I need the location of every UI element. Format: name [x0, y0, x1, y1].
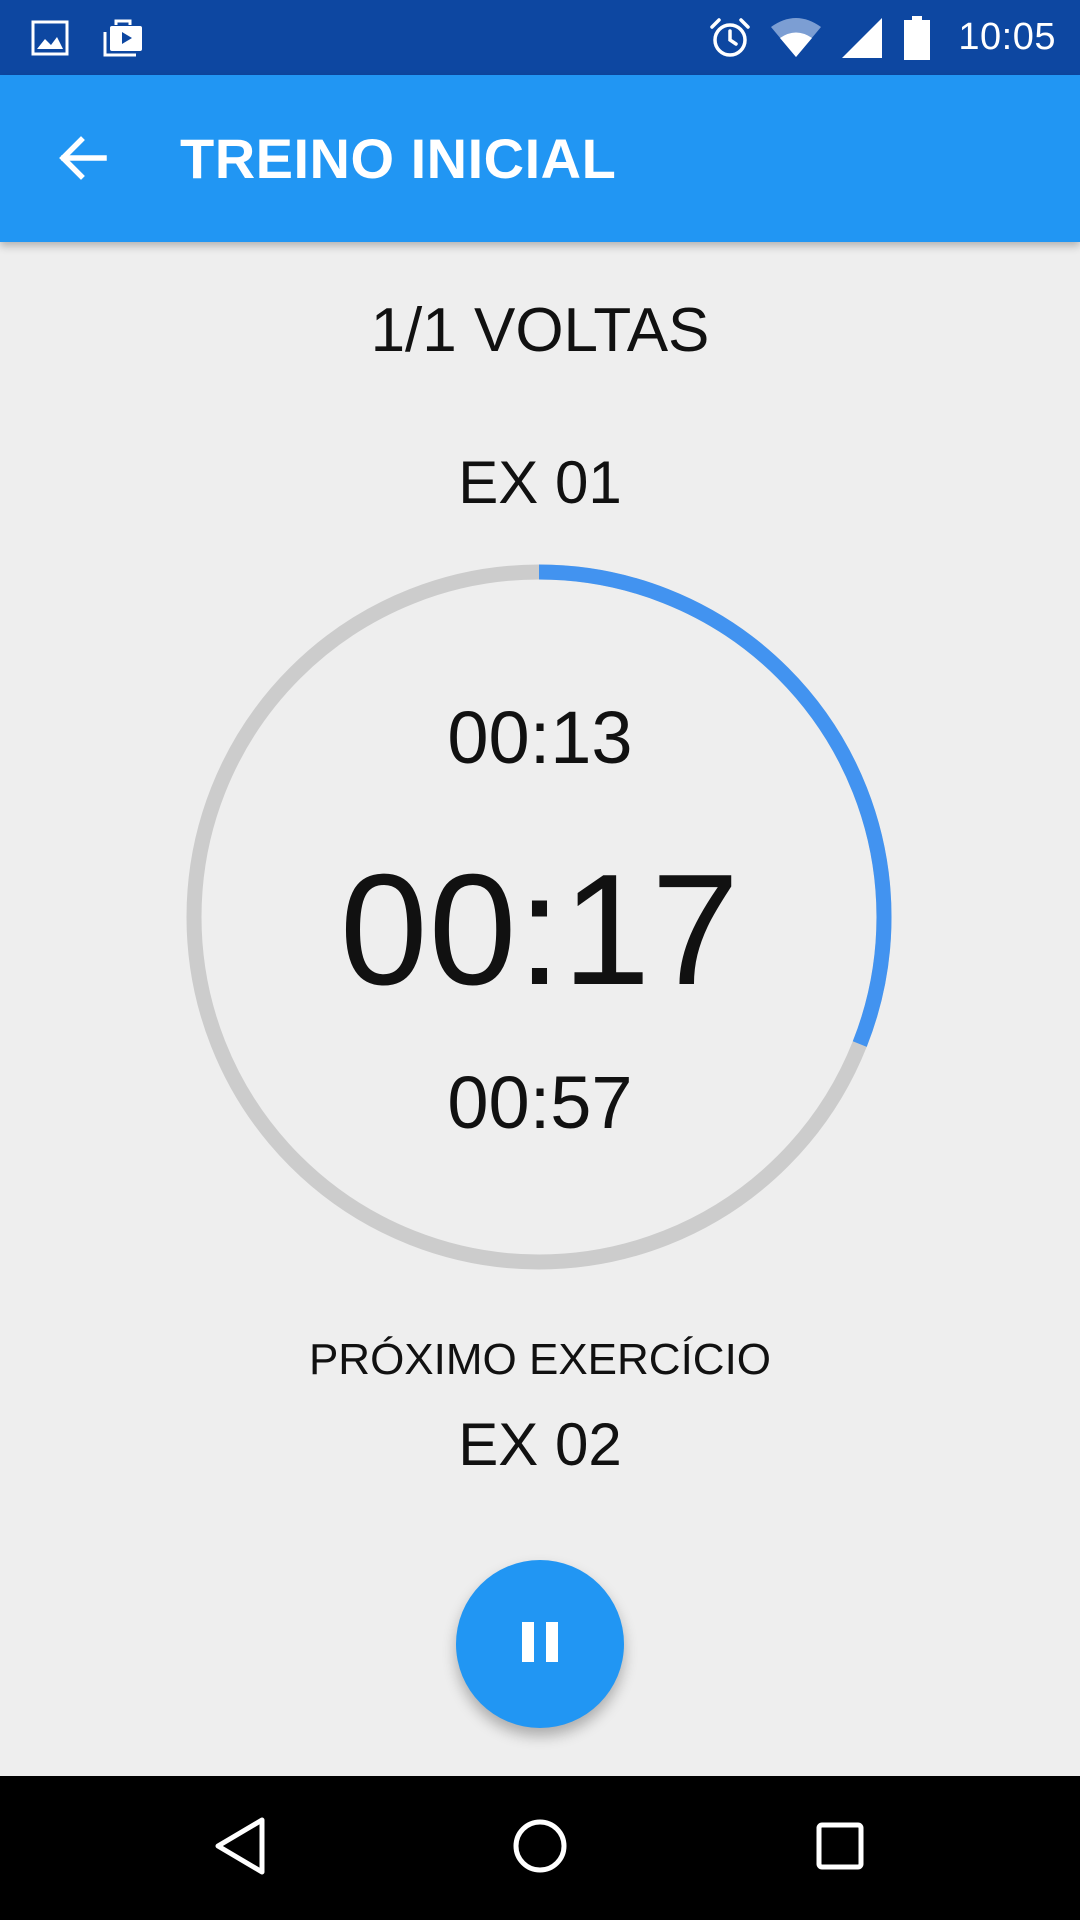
- alarm-icon: [708, 16, 752, 60]
- status-bar-notifications: [30, 0, 148, 75]
- wifi-icon: [770, 17, 822, 59]
- nav-back-icon: [212, 1816, 268, 1881]
- pause-icon: [520, 1620, 560, 1669]
- nav-home-button[interactable]: [460, 1776, 620, 1920]
- nav-home-icon: [511, 1817, 569, 1880]
- back-button[interactable]: [40, 118, 124, 202]
- image-icon: [30, 18, 70, 58]
- pause-button[interactable]: [456, 1560, 624, 1728]
- next-exercise-label: PRÓXIMO EXERCÍCIO: [308, 1335, 772, 1384]
- app-bar: TREINO INICIAL: [0, 75, 1080, 242]
- nav-recents-icon: [814, 1820, 866, 1877]
- signal-icon: [840, 16, 884, 60]
- nav-recents-button[interactable]: [760, 1776, 920, 1920]
- laps-counter: 1/1 VOLTAS: [370, 296, 710, 365]
- remaining-time: 00:57: [447, 1061, 633, 1144]
- shop-bag-icon: [102, 17, 148, 59]
- system-nav-bar: [0, 1776, 1080, 1920]
- page-title: TREINO INICIAL: [180, 127, 617, 190]
- next-exercise-name: EX 02: [458, 1411, 622, 1478]
- main-timer: 00:17: [339, 842, 741, 1018]
- status-time: 10:05: [958, 16, 1056, 58]
- status-bar: 10:05: [0, 0, 1080, 75]
- arrow-back-icon: [56, 132, 108, 189]
- elapsed-time: 00:13: [447, 696, 633, 779]
- current-exercise: EX 01: [458, 449, 622, 516]
- status-bar-system: 10:05: [708, 0, 1056, 75]
- battery-icon: [902, 15, 932, 61]
- nav-back-button[interactable]: [160, 1776, 320, 1920]
